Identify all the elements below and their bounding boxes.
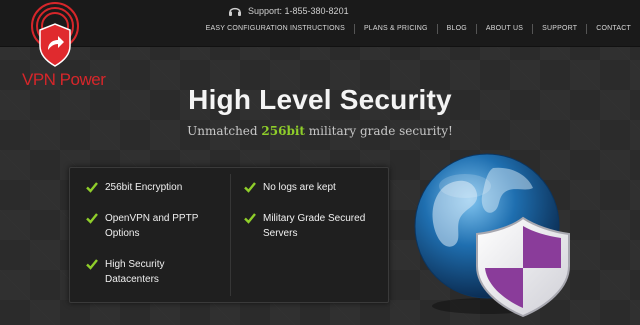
nav-contact[interactable]: CONTACT (586, 24, 640, 34)
subtitle-post: military grade security! (304, 124, 453, 138)
feature-item: High Security Datacenters (86, 257, 164, 287)
nav-support[interactable]: SUPPORT (532, 24, 586, 34)
feature-label: OpenVPN and PPTP (105, 213, 199, 224)
security-illustration (405, 146, 605, 320)
logo-shield-icon (31, 2, 79, 67)
brand-logo[interactable]: VPN Power (10, 0, 120, 95)
feature-item: No logs are kept (244, 180, 336, 195)
feature-label-line2: Options (105, 228, 140, 239)
hero-title: High Level Security (188, 84, 452, 115)
subtitle-pre: Unmatched (187, 124, 262, 138)
features-panel: 256bit Encryption No logs are kept OpenV… (69, 167, 389, 303)
nav-easy-configuration[interactable]: EASY CONFIGURATION INSTRUCTIONS (197, 24, 354, 34)
headset-icon (229, 7, 241, 16)
feature-label: No logs are kept (263, 182, 336, 193)
feature-label: High Security (105, 259, 165, 270)
nav-about-us[interactable]: ABOUT US (475, 24, 532, 34)
feature-item: OpenVPN and PPTP Options (86, 211, 198, 241)
nav-plans-pricing[interactable]: PLANS & PRICING (353, 24, 437, 34)
feature-label: Military Grade Secured (263, 213, 366, 224)
hero-subtitle: Unmatched 256bit military grade security… (0, 124, 640, 138)
feature-label-line2: Servers (263, 228, 298, 239)
features-divider (230, 174, 231, 296)
check-icon (86, 182, 98, 193)
subtitle-highlight: 256bit (261, 124, 305, 138)
support-text: Support: 1-855-380-8201 (248, 6, 349, 16)
check-icon (244, 213, 256, 224)
feature-label-line2: Datacenters (105, 274, 159, 285)
feature-item: 256bit Encryption (86, 180, 182, 195)
check-icon (86, 213, 98, 224)
nav-blog[interactable]: BLOG (436, 24, 476, 34)
main-nav: EASY CONFIGURATION INSTRUCTIONS PLANS & … (197, 24, 640, 34)
feature-label: 256bit Encryption (105, 182, 183, 193)
feature-item: Military Grade Secured Servers (244, 211, 365, 241)
check-icon (244, 182, 256, 193)
support-phone[interactable]: Support: 1-855-380-8201 (228, 4, 349, 18)
check-icon (86, 259, 98, 270)
